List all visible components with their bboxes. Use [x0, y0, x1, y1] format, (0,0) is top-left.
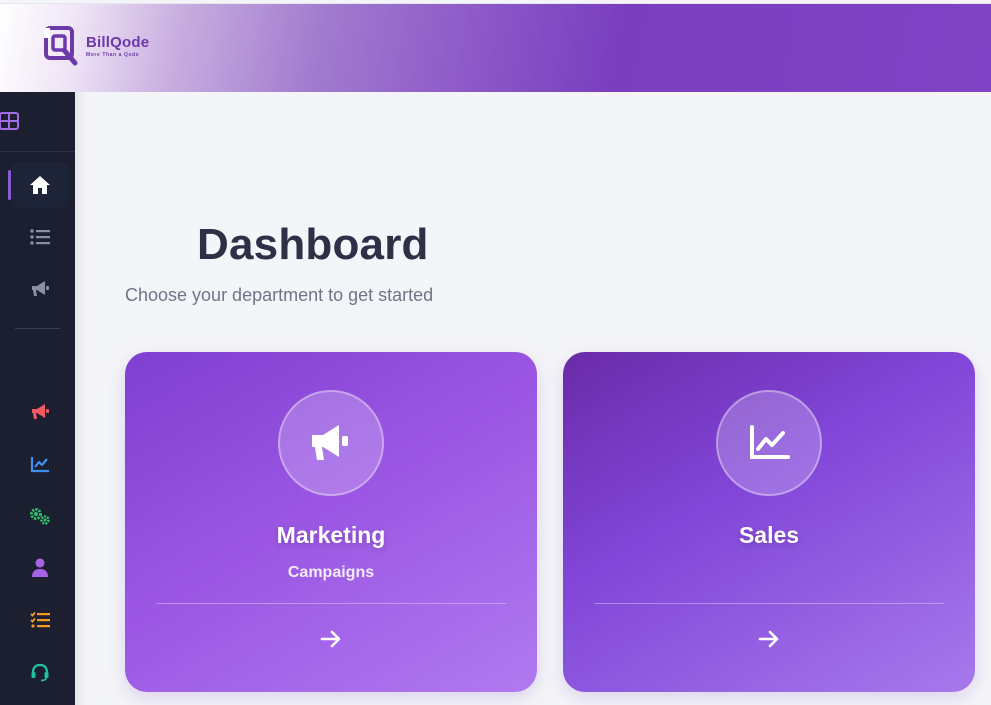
sidebar-item-operations[interactable]: [12, 493, 68, 539]
brand-name: BillQode: [86, 34, 150, 51]
megaphone-icon: [32, 281, 49, 296]
grid-icon[interactable]: [0, 111, 20, 131]
list-icon: [30, 229, 50, 245]
sidebar-item-hr[interactable]: [12, 545, 68, 591]
page-title: Dashboard: [197, 220, 429, 269]
chart-line-icon: [30, 457, 49, 473]
sidebar-divider: [0, 151, 75, 152]
billqode-logo-icon: [44, 26, 78, 66]
gears-icon: [30, 508, 50, 525]
sidebar-item-campaigns[interactable]: [12, 266, 68, 312]
active-indicator: [8, 170, 11, 200]
arrow-right-icon[interactable]: [758, 628, 780, 650]
headset-icon: [31, 663, 49, 682]
tasks-icon: [30, 611, 50, 628]
card-subtitle: Campaigns: [287, 564, 375, 581]
sidebar-item-home[interactable]: [12, 162, 68, 208]
card-divider: [156, 603, 506, 604]
megaphone-icon: [312, 425, 348, 460]
brand-logo[interactable]: BillQode More Than a Qode: [44, 26, 149, 66]
chart-line-icon: [750, 425, 790, 459]
content-edge-shadow: [75, 92, 89, 705]
sidebar-item-sales[interactable]: [12, 441, 68, 487]
card-icon-circle: [278, 390, 384, 496]
sidebar-item-list[interactable]: [12, 214, 68, 260]
card-icon-circle: [716, 390, 822, 496]
sidebar-item-support[interactable]: [12, 649, 68, 695]
top-header: BillQode More Than a Qode: [0, 3, 991, 92]
sidebar-item-marketing[interactable]: [12, 389, 68, 435]
arrow-right-icon[interactable]: [320, 628, 342, 650]
department-card-marketing[interactable]: Marketing Campaigns: [125, 352, 537, 692]
card-title: Sales: [738, 522, 800, 548]
sidebar: [0, 92, 75, 705]
department-card-sales[interactable]: Sales: [563, 352, 975, 692]
user-icon: [32, 558, 48, 577]
page-subtitle: Choose your department to get started: [125, 285, 434, 305]
home-icon: [30, 176, 50, 194]
card-title: Marketing: [276, 522, 386, 548]
megaphone-icon: [32, 404, 49, 419]
card-divider: [594, 603, 944, 604]
sidebar-item-tasks[interactable]: [12, 597, 68, 643]
brand-tagline: More Than a Qode: [86, 52, 140, 58]
sidebar-divider: [15, 328, 60, 329]
